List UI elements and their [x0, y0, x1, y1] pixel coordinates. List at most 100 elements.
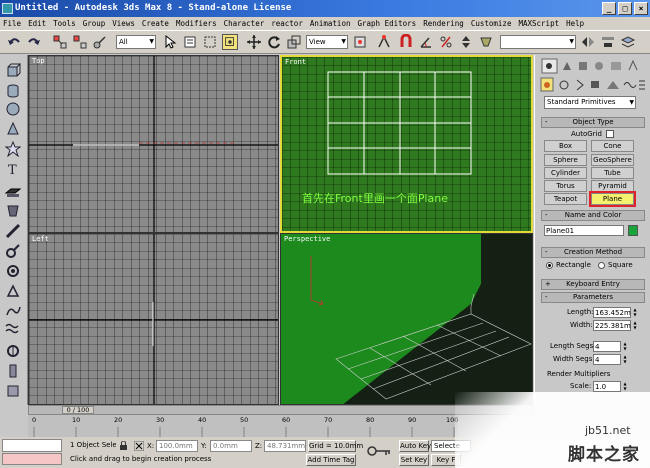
- width-spinner[interactable]: ▲ ▼: [632, 320, 638, 331]
- menu-file[interactable]: File: [3, 17, 21, 30]
- maxscript-listener-bottom[interactable]: [2, 453, 62, 465]
- pyramid-button[interactable]: Pyramid: [591, 180, 634, 192]
- create-system-icon[interactable]: [5, 383, 21, 399]
- x-coordinate-field[interactable]: 100.0mm: [156, 440, 198, 452]
- length-field[interactable]: 163.452m: [593, 307, 631, 318]
- create-star-icon[interactable]: [5, 141, 21, 157]
- angle-snap-icon[interactable]: [418, 34, 434, 50]
- menu-create[interactable]: Create: [142, 17, 169, 30]
- menu-reactor[interactable]: reactor: [271, 17, 303, 30]
- viewport-perspective[interactable]: Perspective: [280, 233, 533, 405]
- lights-category-icon[interactable]: [576, 79, 584, 91]
- object-name-field[interactable]: Plane01: [544, 225, 624, 236]
- select-and-manipulate-icon[interactable]: [376, 34, 392, 50]
- viewport-label-top[interactable]: Top: [32, 57, 45, 65]
- primitive-category-dropdown[interactable]: Standard Primitives: [544, 96, 636, 109]
- snaps-toggle-icon[interactable]: [398, 34, 414, 50]
- menu-animation[interactable]: Animation: [310, 17, 351, 30]
- layer-manager-icon[interactable]: [620, 34, 636, 50]
- create-shape-icon[interactable]: [5, 223, 21, 239]
- square-radio[interactable]: [598, 262, 605, 269]
- cameras-category-icon[interactable]: [591, 81, 599, 88]
- parameters-rollout-header[interactable]: - Parameters: [541, 292, 645, 303]
- shapes-category-icon[interactable]: [559, 80, 569, 90]
- rectangular-selection-icon[interactable]: [202, 34, 218, 50]
- width-segs-spinner[interactable]: ▲ ▼: [622, 354, 628, 365]
- modify-tab-icon[interactable]: [563, 62, 571, 70]
- mirror-icon[interactable]: [580, 34, 596, 50]
- object-type-rollout-header[interactable]: - Object Type: [541, 117, 645, 128]
- menu-help[interactable]: Help: [566, 17, 584, 30]
- viewport-left[interactable]: Left: [28, 233, 279, 405]
- object-color-swatch[interactable]: [628, 225, 638, 236]
- menu-maxscript[interactable]: MAXScript: [518, 17, 559, 30]
- utilities-tab-icon[interactable]: [628, 59, 638, 71]
- absolute-mode-icon[interactable]: [134, 441, 144, 451]
- bind-space-warp-icon[interactable]: [92, 34, 108, 50]
- scale-field[interactable]: 1.0: [593, 381, 621, 392]
- display-tab-icon[interactable]: [611, 62, 621, 70]
- key-mode-icon[interactable]: [366, 443, 392, 459]
- menu-rendering[interactable]: Rendering: [423, 17, 464, 30]
- viewport-label-perspective[interactable]: Perspective: [284, 235, 330, 243]
- create-reactor-icon[interactable]: [5, 363, 21, 379]
- width-segs-field[interactable]: 4: [593, 354, 621, 365]
- close-button[interactable]: ×: [634, 2, 648, 15]
- create-particle-icon[interactable]: [5, 303, 21, 319]
- helpers-category-icon[interactable]: [607, 81, 619, 89]
- menu-modifiers[interactable]: Modifiers: [176, 17, 217, 30]
- selection-filter-dropdown[interactable]: All: [116, 35, 156, 49]
- motion-tab-icon[interactable]: [595, 62, 603, 70]
- menu-group[interactable]: Group: [83, 17, 106, 30]
- torus-button[interactable]: Torus: [544, 180, 587, 192]
- hierarchy-tab-icon[interactable]: [579, 62, 587, 70]
- selection-lock-icon[interactable]: [119, 441, 128, 451]
- length-segs-spinner[interactable]: ▲ ▼: [622, 341, 628, 352]
- menu-graph-editors[interactable]: Graph Editors: [357, 17, 416, 30]
- width-field[interactable]: 225.381m: [593, 320, 631, 331]
- rotate-icon[interactable]: [266, 34, 282, 50]
- box-button[interactable]: Box: [544, 140, 587, 152]
- viewport-label-front[interactable]: Front: [285, 58, 306, 66]
- autogrid-checkbox[interactable]: [606, 130, 614, 138]
- length-segs-field[interactable]: 4: [593, 341, 621, 352]
- auto-key-button[interactable]: Auto Key: [399, 440, 431, 452]
- use-pivot-center-icon[interactable]: [352, 34, 368, 50]
- menu-edit[interactable]: Edit: [28, 17, 46, 30]
- menu-customize[interactable]: Customize: [471, 17, 512, 30]
- maxscript-listener-top[interactable]: [2, 439, 62, 452]
- sphere-button[interactable]: Sphere: [544, 154, 587, 166]
- align-icon[interactable]: [600, 34, 616, 50]
- cone-button[interactable]: Cone: [591, 140, 634, 152]
- create-cone-icon[interactable]: [5, 121, 21, 137]
- reference-coordinate-dropdown[interactable]: View: [306, 35, 348, 49]
- create-cylinder-icon[interactable]: [5, 83, 21, 99]
- set-key-button[interactable]: Set Key: [399, 454, 429, 466]
- name-and-color-rollout-header[interactable]: - Name and Color: [541, 210, 645, 221]
- viewport-front[interactable]: Front 首先在Front里画一个面Plane: [280, 55, 533, 233]
- named-selection-sets-dropdown[interactable]: [500, 35, 576, 49]
- create-wave-icon[interactable]: [5, 321, 21, 337]
- window-crossing-icon[interactable]: [222, 34, 238, 50]
- spinner-snap-icon[interactable]: [458, 34, 474, 50]
- select-object-icon[interactable]: [162, 34, 178, 50]
- teapot-button[interactable]: Teapot: [544, 193, 587, 205]
- rectangle-radio[interactable]: [546, 262, 553, 269]
- percent-snap-icon[interactable]: [438, 34, 454, 50]
- create-light-icon[interactable]: [5, 203, 21, 219]
- named-selection-icon[interactable]: [478, 34, 494, 50]
- create-text-icon[interactable]: T: [5, 161, 21, 177]
- length-spinner[interactable]: ▲ ▼: [632, 307, 638, 318]
- redo-icon[interactable]: [26, 34, 42, 50]
- select-by-name-icon[interactable]: [182, 34, 198, 50]
- systems-category-icon[interactable]: [639, 80, 645, 90]
- select-and-link-icon[interactable]: [52, 34, 68, 50]
- geosphere-button[interactable]: GeoSphere: [591, 154, 634, 166]
- viewport-label-left[interactable]: Left: [32, 235, 49, 243]
- y-coordinate-field[interactable]: 0.0mm: [210, 440, 252, 452]
- move-icon[interactable]: [246, 34, 262, 50]
- create-space-warp-icon[interactable]: [5, 283, 21, 299]
- create-helper-icon[interactable]: [5, 243, 21, 259]
- viewport-top[interactable]: Top: [28, 55, 279, 233]
- space-warps-category-icon[interactable]: [623, 82, 637, 88]
